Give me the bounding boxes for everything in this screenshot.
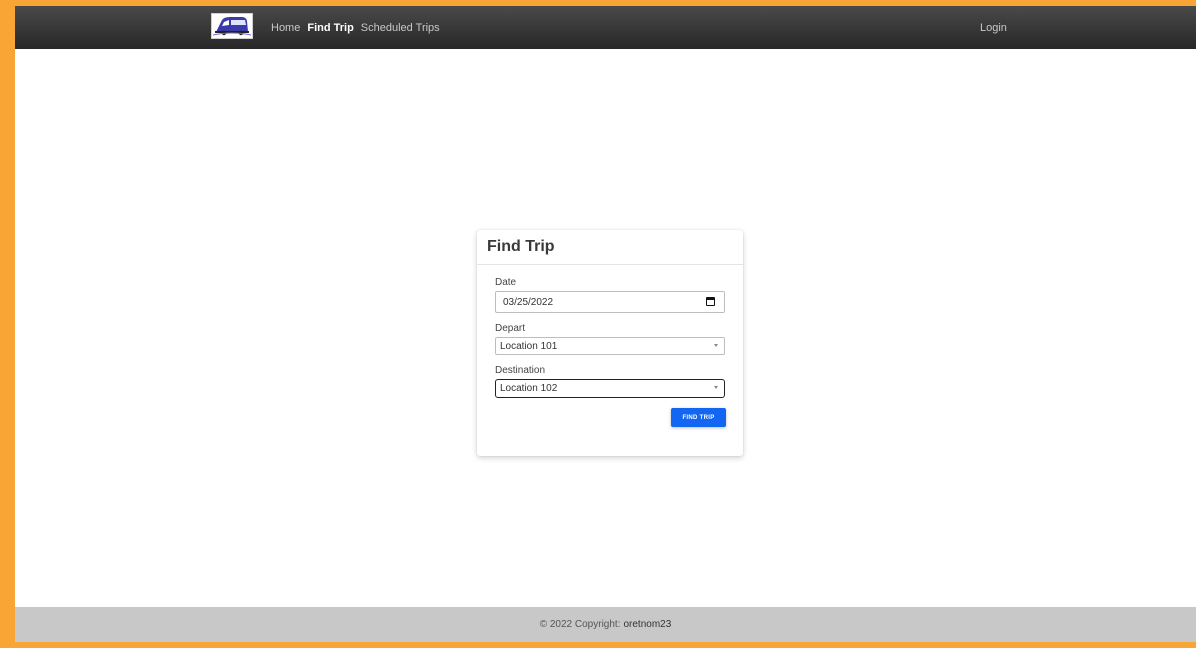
depart-value: Location 101	[500, 340, 558, 352]
destination-select[interactable]: Location 102	[495, 379, 725, 398]
nav-link-find-trip[interactable]: Find Trip	[307, 22, 353, 34]
button-row: FIND TRIP	[495, 408, 726, 427]
caret-down-icon	[714, 386, 718, 389]
copyright-text: © 2022 Copyright:	[539, 619, 621, 630]
bus-icon[interactable]	[211, 13, 253, 39]
destination-group: Destination Location 102	[495, 365, 726, 398]
depart-group: Depart Location 101	[495, 323, 726, 355]
page-frame: Home Find Trip Scheduled Trips Login Fin…	[0, 0, 1196, 648]
find-trip-button[interactable]: FIND TRIP	[671, 408, 726, 427]
login-link[interactable]: Login	[980, 6, 1007, 49]
find-trip-form: Date 03/25/2022 Depart Location 101 Dest…	[477, 265, 743, 427]
depart-label: Depart	[495, 323, 526, 334]
date-label: Date	[495, 277, 517, 288]
card-title: Find Trip	[477, 230, 743, 265]
date-value: 03/25/2022	[503, 296, 554, 308]
nav-link-scheduled-trips[interactable]: Scheduled Trips	[361, 22, 440, 34]
caret-down-icon	[714, 344, 718, 347]
date-input[interactable]: 03/25/2022	[495, 291, 725, 313]
destination-label: Destination	[495, 365, 546, 376]
calendar-icon[interactable]	[706, 297, 715, 306]
date-group: Date 03/25/2022	[495, 277, 726, 313]
nav-link-home[interactable]: Home	[271, 22, 300, 34]
destination-value: Location 102	[500, 383, 558, 394]
navbar: Home Find Trip Scheduled Trips Login	[15, 6, 1196, 49]
find-trip-card: Find Trip Date 03/25/2022 Depart Locatio…	[477, 230, 743, 456]
footer: © 2022 Copyright: oretnom23	[15, 607, 1196, 642]
depart-select[interactable]: Location 101	[495, 337, 725, 355]
copyright-owner[interactable]: oretnom23	[623, 619, 671, 630]
page: Home Find Trip Scheduled Trips Login Fin…	[15, 6, 1196, 642]
nav-links: Home Find Trip Scheduled Trips	[271, 6, 440, 49]
